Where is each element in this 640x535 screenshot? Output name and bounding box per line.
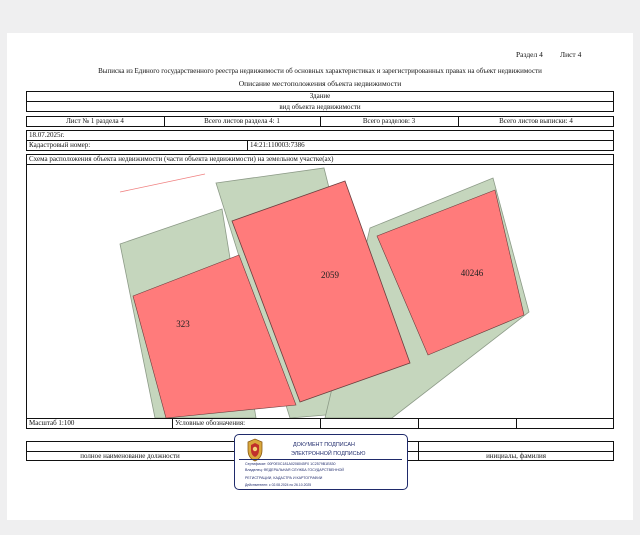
parcel-label-323: 323 (176, 319, 190, 329)
total-sections: Всего разделов: 3 (362, 117, 416, 125)
sheet-number: Лист 4 (560, 50, 582, 59)
scale: Масштаб 1:100 (29, 419, 75, 427)
cadastral-label: Кадастровый номер: (29, 141, 91, 149)
electronic-signature-stamp: ДОКУМЕНТ ПОДПИСАН ЭЛЕКТРОННОЙ ПОДПИСЬЮ С… (234, 434, 408, 490)
sheet-no: Лист № 1 раздела 4 (66, 117, 124, 125)
boundary-line (119, 173, 206, 193)
document-subtitle: Описание местоположения объекта недвижим… (238, 79, 402, 88)
total-extract-sheets: Всего листов выписки: 4 (499, 117, 573, 125)
stamp-line2: ЭЛЕКТРОННОЙ ПОДПИСЬЮ (291, 451, 366, 457)
parcel-label-40246: 40246 (461, 268, 484, 278)
name-caption: инициалы, фамилия (486, 452, 546, 460)
stamp-validity: Действителен: с 02.08.2024 по 26.10.2025 (245, 483, 312, 487)
object-kind: Здание (309, 92, 331, 100)
stamp-line1: ДОКУМЕНТ ПОДПИСАН (293, 442, 355, 448)
parcel-label-2059: 2059 (321, 270, 340, 280)
document-title: Выписка из Единого государственного реес… (98, 67, 542, 75)
position-caption: полное наименование должности (80, 452, 180, 460)
extract-date: 18.07.2025г. (29, 131, 65, 139)
parcel-scheme-map: 323 2059 40246 (119, 167, 530, 418)
legend-label: Условные обозначения: (175, 419, 246, 427)
cadastral-number: 14:21:110003:7386 (250, 141, 305, 149)
section-number: Раздел 4 (516, 50, 543, 59)
stamp-owner1: Владелец: ФЕДЕРАЛЬНАЯ СЛУЖБА ГОСУДАРСТВЕ… (245, 468, 344, 472)
object-kind-caption: вид объекта недвижимости (279, 103, 361, 111)
total-section-sheets: Всего листов раздела 4: 1 (204, 117, 280, 125)
stamp-certificate: Сертификат: 00F0E0C181A0208045F0 1C2579B… (245, 462, 336, 466)
stamp-owner2: РЕГИСТРАЦИИ, КАДАСТРА И КАРТОГРАФИИ (245, 476, 323, 480)
scheme-title: Схема расположения объекта недвижимости … (29, 155, 334, 163)
